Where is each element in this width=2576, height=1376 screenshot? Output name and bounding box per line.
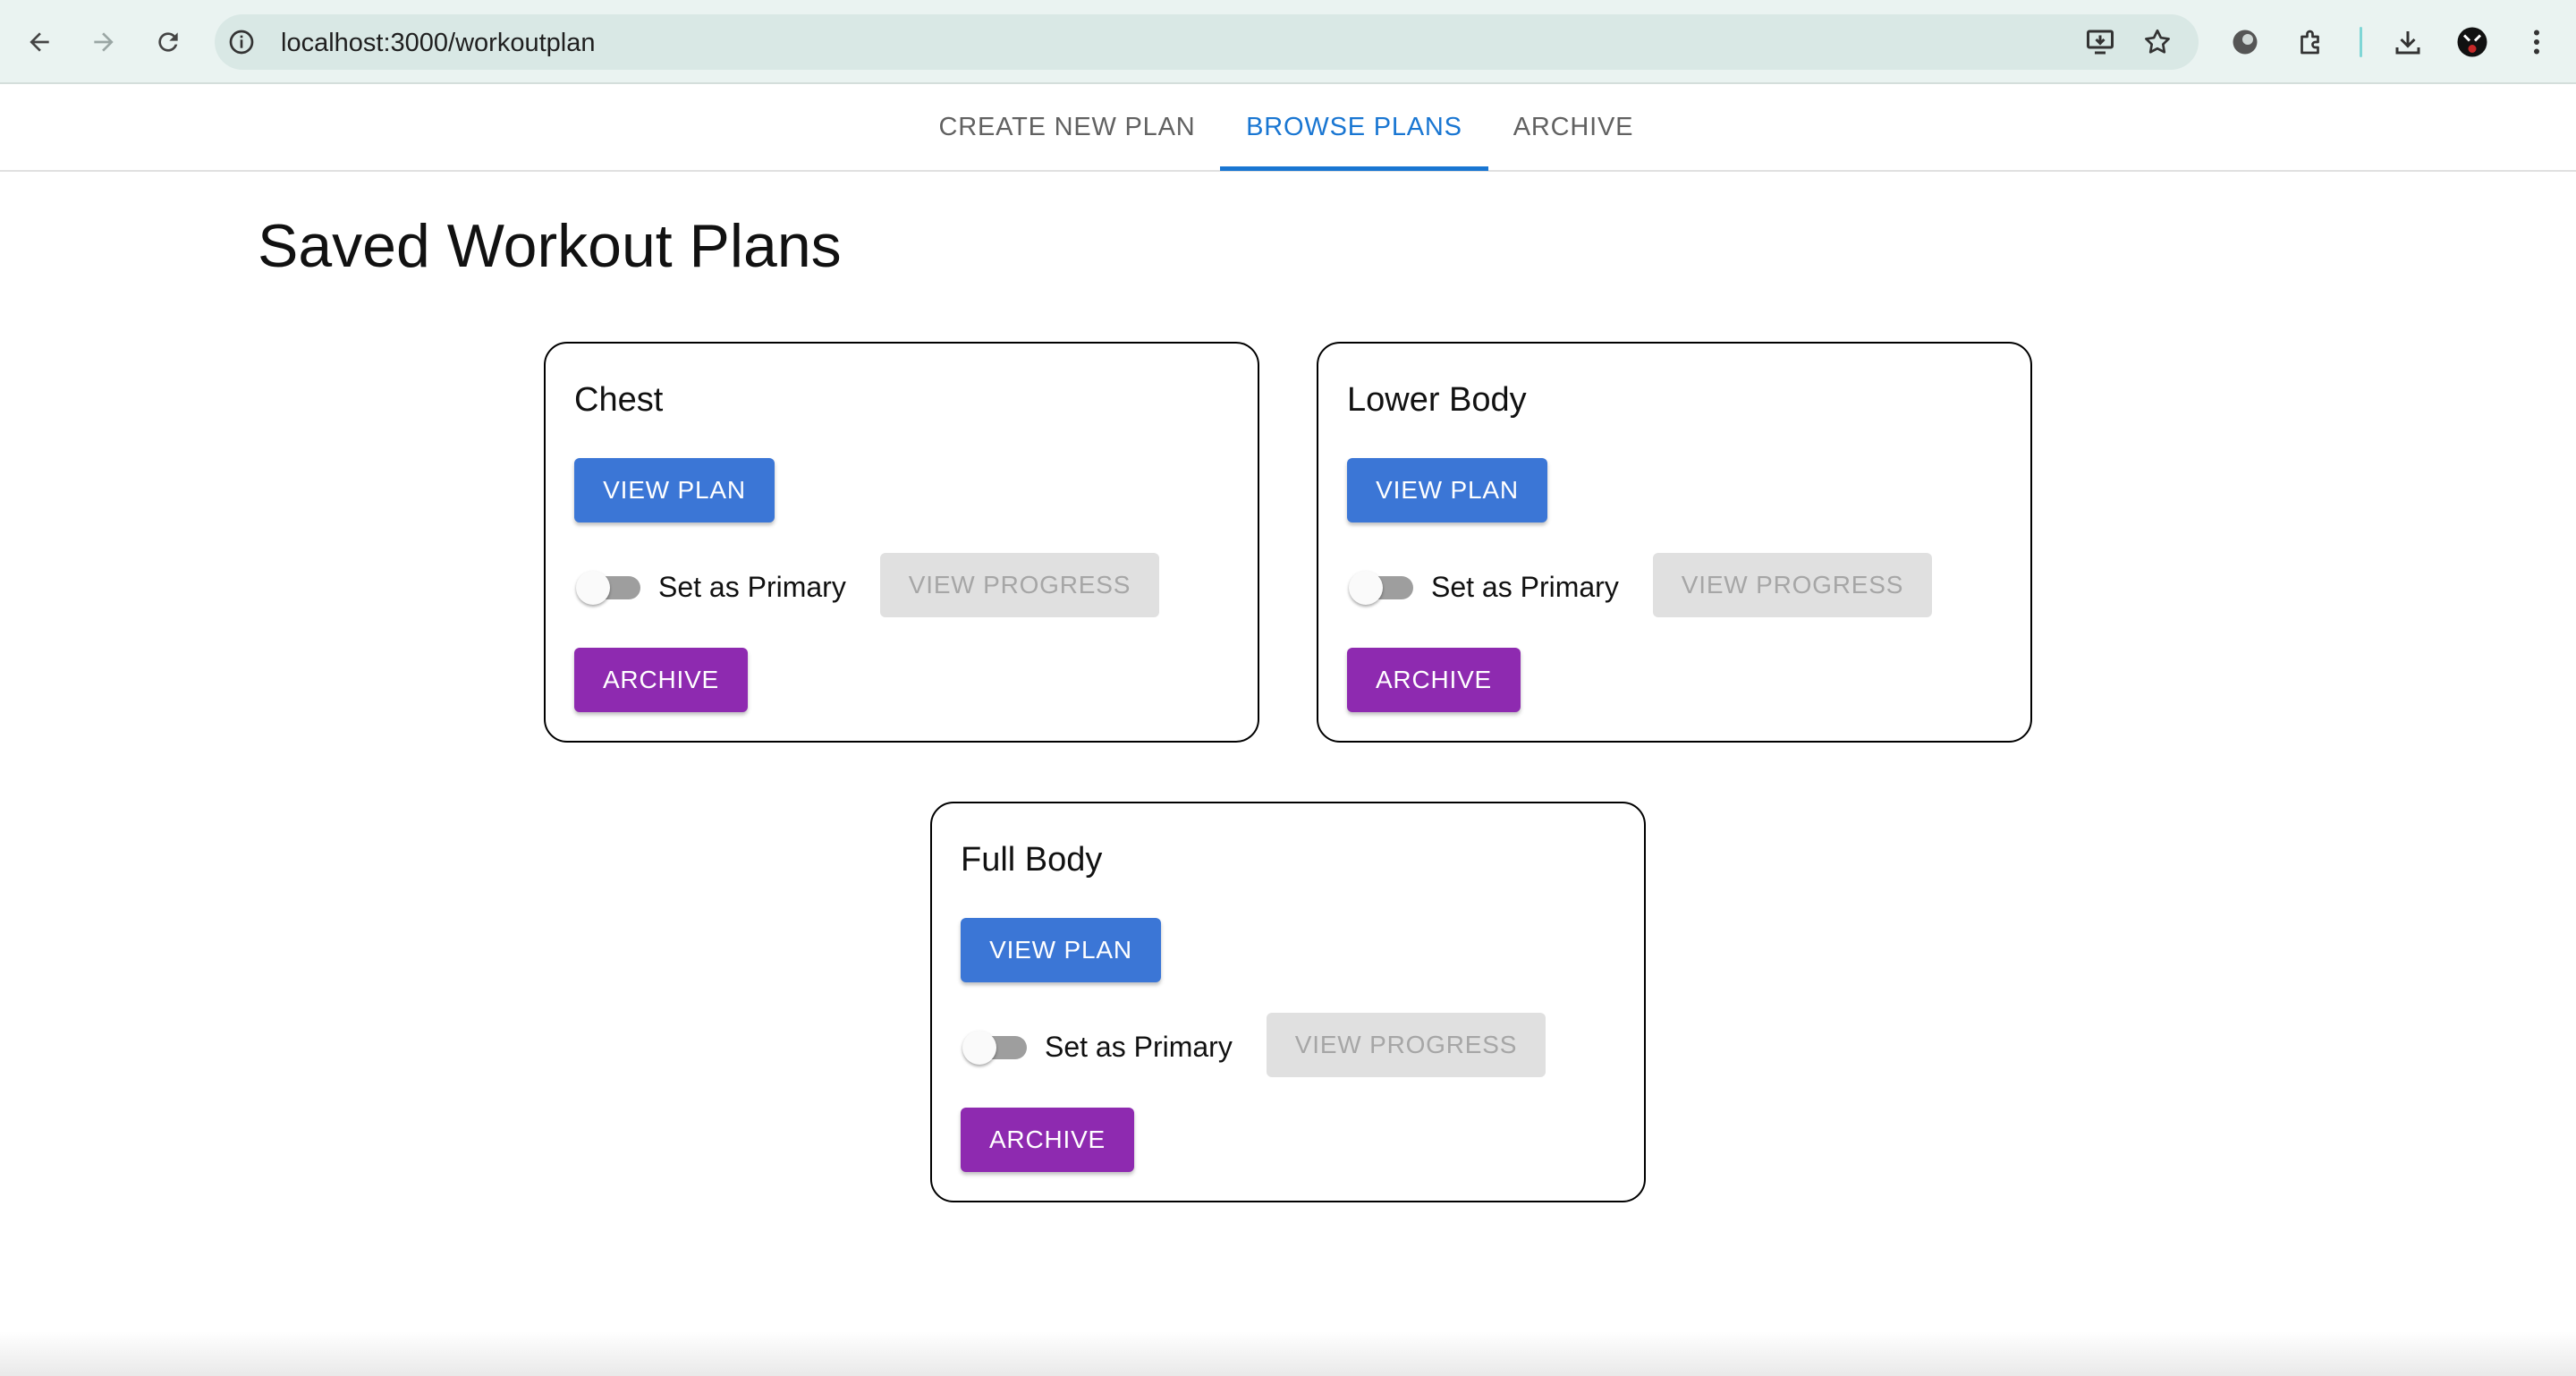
set-primary-toggle[interactable] bbox=[962, 1031, 1027, 1065]
view-progress-button: VIEW PROGRESS bbox=[1267, 1013, 1546, 1077]
profile-avatar-icon[interactable] bbox=[2454, 24, 2490, 60]
bookmark-star-icon[interactable] bbox=[2140, 24, 2175, 60]
forward-arrow-icon[interactable] bbox=[82, 21, 125, 64]
view-progress-button: VIEW PROGRESS bbox=[880, 553, 1159, 617]
plan-name: Chest bbox=[574, 381, 664, 419]
view-plan-button[interactable]: VIEW PLAN bbox=[574, 458, 775, 522]
plan-name: Full Body bbox=[961, 841, 1103, 879]
install-app-icon[interactable] bbox=[2082, 24, 2118, 60]
download-icon[interactable] bbox=[2390, 24, 2426, 60]
window-bottom-edge bbox=[0, 1331, 2576, 1376]
reload-icon[interactable] bbox=[147, 21, 190, 64]
view-plan-button[interactable]: VIEW PLAN bbox=[961, 918, 1161, 982]
tab-archive[interactable]: ARCHIVE bbox=[1496, 84, 1651, 170]
plan-card: Full Body VIEW PLAN Set as Primary VIEW … bbox=[930, 802, 1646, 1202]
page-title: Saved Workout Plans bbox=[258, 212, 842, 280]
browser-toolbar: localhost:3000/workoutplan bbox=[0, 0, 2576, 84]
set-primary-label: Set as Primary bbox=[658, 571, 846, 603]
set-primary-label: Set as Primary bbox=[1431, 571, 1619, 603]
archive-button[interactable]: ARCHIVE bbox=[574, 648, 748, 712]
extension-icon[interactable] bbox=[2227, 24, 2263, 60]
set-primary-toggle[interactable] bbox=[576, 571, 640, 605]
toggle-thumb bbox=[962, 1031, 996, 1065]
toolbar-separator bbox=[2360, 27, 2362, 57]
view-plan-button[interactable]: VIEW PLAN bbox=[1347, 458, 1547, 522]
extension-puzzle-icon[interactable] bbox=[2293, 24, 2329, 60]
tab-create-new-plan[interactable]: CREATE NEW PLAN bbox=[921, 84, 1213, 170]
tab-browse-plans[interactable]: BROWSE PLANS bbox=[1220, 84, 1488, 170]
toggle-thumb bbox=[576, 571, 610, 605]
set-primary-toggle[interactable] bbox=[1349, 571, 1413, 605]
view-progress-button: VIEW PROGRESS bbox=[1653, 553, 1932, 617]
kebab-menu-icon[interactable] bbox=[2519, 24, 2555, 60]
plan-name: Lower Body bbox=[1347, 381, 1527, 419]
plan-card: Chest VIEW PLAN Set as Primary VIEW PROG… bbox=[544, 342, 1259, 743]
url-text[interactable]: localhost:3000/workoutplan bbox=[281, 27, 595, 59]
set-primary-label: Set as Primary bbox=[1045, 1031, 1233, 1063]
plan-card: Lower Body VIEW PLAN Set as Primary VIEW… bbox=[1317, 342, 2032, 743]
plan-tabs: CREATE NEW PLAN BROWSE PLANS ARCHIVE bbox=[0, 84, 2576, 172]
toggle-thumb bbox=[1349, 571, 1383, 605]
back-arrow-icon[interactable] bbox=[18, 21, 61, 64]
archive-button[interactable]: ARCHIVE bbox=[961, 1108, 1134, 1172]
archive-button[interactable]: ARCHIVE bbox=[1347, 648, 1521, 712]
site-info-icon[interactable] bbox=[227, 28, 256, 56]
active-tab-indicator bbox=[1220, 166, 1488, 171]
